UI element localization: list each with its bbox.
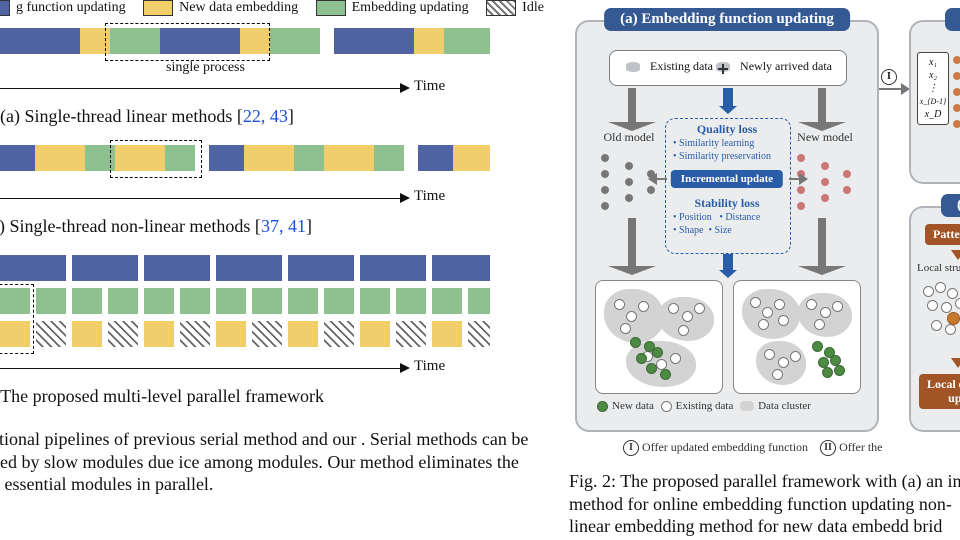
incremental-update-pill: Incremental update bbox=[671, 170, 783, 188]
data-box: Existing data Newly arrived data bbox=[609, 50, 847, 86]
caption-c: ) The proposed multi-level parallel fram… bbox=[0, 386, 324, 407]
arrow-icon bbox=[879, 88, 901, 90]
stability-loss-label: Stability loss bbox=[694, 196, 759, 211]
fig1-caption-body: aputational pipelines of previous serial… bbox=[0, 428, 550, 496]
existing-data-label: Existing data bbox=[650, 59, 713, 73]
timeline-b bbox=[0, 145, 490, 171]
fig2-caption: Fig. 2: The proposed parallel framework … bbox=[569, 470, 960, 540]
swatch-green bbox=[316, 0, 346, 16]
local-updating-pill: Local embeddingupdating bbox=[919, 374, 960, 409]
arrow-icon bbox=[723, 254, 733, 270]
input-vector: x₁x₂⋮x_{D-1}x_D bbox=[917, 52, 949, 125]
arrow-icon bbox=[723, 88, 733, 106]
old-model-label: Old model bbox=[589, 130, 669, 145]
legend-label-2: Embedding updating bbox=[352, 0, 469, 15]
time-label-a: Time bbox=[414, 78, 445, 95]
arrow-icon bbox=[818, 88, 826, 122]
caption-b: b) Single-thread non-linear methods [37,… bbox=[0, 216, 312, 237]
time-label-c: Time bbox=[414, 358, 445, 375]
panel-b-title: (b) New d bbox=[945, 8, 960, 31]
timeline-c-blue bbox=[0, 255, 490, 281]
arrow-icon bbox=[818, 218, 826, 266]
time-label-b: Time bbox=[414, 188, 445, 205]
cluster-after bbox=[733, 280, 861, 394]
swatch-idle bbox=[486, 0, 516, 16]
cluster-before bbox=[595, 280, 723, 394]
legend-row: g function updating New data embedding E… bbox=[0, 0, 540, 18]
caption-a: (a) Single-thread linear methods [22, 43… bbox=[0, 106, 294, 127]
roman-legend: I Offer updated embedding function II Of… bbox=[623, 440, 883, 456]
quality-loss-label: Quality loss bbox=[697, 122, 757, 137]
roman-i-badge: I bbox=[881, 68, 897, 86]
stability-items: • Position • Distance • Shape • Size bbox=[673, 212, 760, 237]
local-structure-label: Local structure chan bbox=[917, 262, 960, 274]
arrow-icon bbox=[628, 218, 636, 266]
arrow-icon bbox=[789, 178, 799, 180]
pattern-pill: Pattern cl bbox=[925, 224, 960, 245]
swatch-yellow bbox=[143, 0, 173, 16]
panel-a: (a) Embedding function updating Existing… bbox=[575, 20, 879, 432]
timeline-c-green bbox=[0, 288, 490, 314]
quality-items: • Similarity learning• Similarity preser… bbox=[673, 138, 771, 163]
single-process-label: single process bbox=[166, 60, 245, 76]
panel-c-scatter bbox=[919, 280, 960, 350]
newly-arrived-label: Newly arrived data bbox=[740, 59, 832, 73]
new-data-icon bbox=[714, 60, 732, 74]
panel-b-nn bbox=[953, 52, 960, 116]
mini-legend: New data Existing data Data cluster bbox=[593, 400, 811, 412]
swatch-blue bbox=[0, 0, 10, 16]
legend-label-0: g function updating bbox=[16, 0, 126, 15]
legend-label-1: New data embedding bbox=[179, 0, 298, 15]
timeline-c-yellow bbox=[0, 321, 490, 347]
arrow-icon bbox=[628, 88, 636, 122]
arrow-icon bbox=[657, 178, 667, 180]
arrow-down-icon bbox=[951, 250, 960, 260]
database-icon bbox=[624, 60, 642, 74]
new-model-label: New model bbox=[785, 130, 865, 145]
panel-a-title: (a) Embedding function updating bbox=[604, 8, 850, 31]
legend-label-3: Idle bbox=[522, 0, 544, 15]
panel-c: (c) Embed Pattern cl Local structure cha… bbox=[909, 206, 960, 432]
arrow-down-icon bbox=[951, 358, 960, 368]
timeline-a bbox=[0, 28, 490, 54]
panel-c-title: (c) Embed bbox=[941, 194, 960, 217]
